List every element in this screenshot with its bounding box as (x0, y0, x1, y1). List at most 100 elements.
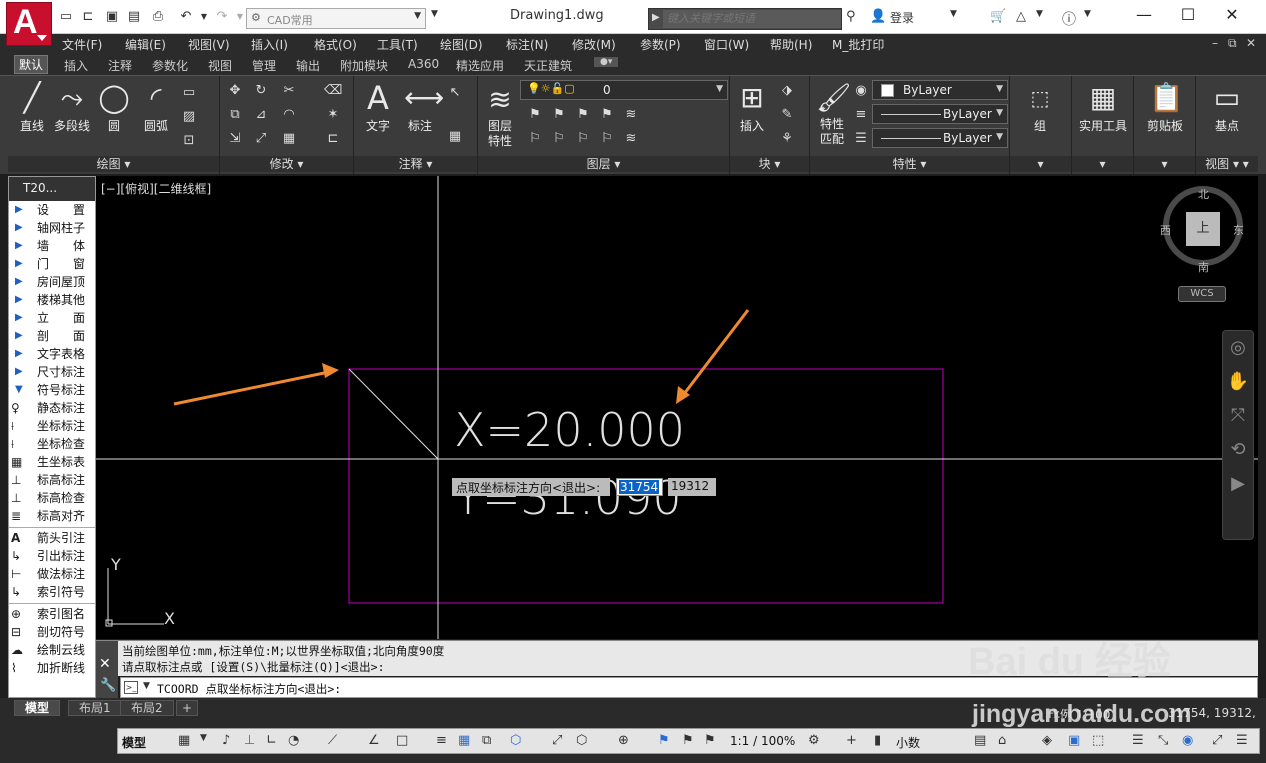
auto-scale-icon[interactable]: ⚑ (682, 733, 694, 748)
tab-model[interactable]: 模型 (14, 700, 61, 716)
object-snap-icon[interactable]: □ (396, 733, 408, 748)
cart-icon[interactable]: 🛒 (990, 9, 1006, 24)
rotate-icon[interactable]: ↻ (252, 82, 270, 100)
tab-output[interactable]: 输出 (296, 57, 320, 74)
palette-subitem[interactable]: ⊥ 标高检查 (9, 489, 95, 507)
leader-icon[interactable]: ↖ (446, 84, 464, 102)
tab-default[interactable]: 默认 (14, 55, 49, 74)
polyline-button[interactable]: ⤳ 多段线 (52, 82, 92, 134)
dynamic-input-x[interactable]: 31754 (616, 478, 663, 496)
binoculars-icon[interactable]: ⚲ (846, 9, 856, 24)
lineweight-toggle-icon[interactable]: ≡ (436, 733, 447, 748)
search-input[interactable] (663, 10, 841, 28)
compass-south[interactable]: 南 (1198, 259, 1209, 275)
palette-subitem[interactable]: ⊥ 标高标注 (9, 471, 95, 489)
minimize-button[interactable]: — (1124, 5, 1164, 24)
pan-hand-icon[interactable]: ✋ (1223, 365, 1253, 399)
help-dropdown-icon[interactable]: ▼ (1084, 9, 1091, 19)
panel-modify-title[interactable]: 修改 ▾ (220, 156, 353, 172)
menu-tools[interactable]: 工具(T) (377, 36, 418, 53)
panel-annotation-title[interactable]: 注释 ▾ (354, 156, 477, 172)
palette-item[interactable]: ▶ 墙 体 (9, 237, 95, 255)
palette-subitem[interactable]: ⟊ 坐标检查 (9, 435, 95, 453)
login-button[interactable]: 登录 (890, 9, 914, 26)
tab-parametric[interactable]: 参数化 (152, 57, 188, 74)
dynamic-ucs-icon[interactable]: ⤢ (552, 733, 562, 748)
dropdown-icon[interactable]: ▼ (200, 733, 207, 743)
tab-view[interactable]: 视图 (208, 57, 232, 74)
customize-toolbar-icon[interactable]: ▼ (428, 9, 441, 29)
isodraft-icon[interactable]: ⟋ (328, 733, 337, 748)
layer-dropdown[interactable]: 💡☼🔓▢ 0 ▼ (520, 80, 728, 100)
palette-subitem[interactable]: ⟊ 坐标标注 (9, 417, 95, 435)
group-button[interactable]: ⬚ 组 (1020, 82, 1060, 134)
tab-a360[interactable]: A360 (408, 57, 439, 71)
palette-item[interactable]: ▶ 房间屋顶 (9, 273, 95, 291)
redo-icon[interactable]: ↷ (214, 9, 230, 25)
move-icon[interactable]: ✥ (226, 82, 244, 100)
palette-subitem[interactable]: ≣ 标高对齐 (9, 507, 95, 525)
a360-dropdown-icon[interactable]: ▼ (1036, 9, 1043, 19)
selection-filter-icon[interactable]: ⬡ (576, 733, 587, 748)
annotation-scale[interactable]: 1:1 / 100% (730, 734, 795, 748)
linetype-dropdown[interactable]: ByLayer ▼ (872, 104, 1008, 124)
lineweight-icon[interactable]: ≡ (852, 106, 870, 124)
layer-tool-icon[interactable]: ⚐ (550, 130, 568, 148)
selection-cycling-icon[interactable]: ⧉ (482, 733, 491, 748)
ortho-icon[interactable]: ∟ (266, 733, 277, 748)
3d-osnap-icon[interactable]: ⬡ (510, 733, 521, 748)
tab-annotate[interactable]: 注释 (108, 57, 132, 74)
explode-icon[interactable]: ✶ (324, 106, 342, 124)
polar-icon[interactable]: ◔ (288, 733, 299, 748)
tab-insert[interactable]: 插入 (64, 57, 88, 74)
viewcube-top-face[interactable]: 上 (1186, 212, 1220, 246)
grid-icon[interactable]: ▦ (178, 733, 190, 748)
layer-properties-button[interactable]: ≋ 图层 特性 (480, 84, 520, 149)
lineweight-dropdown[interactable]: ByLayer ▼ (872, 128, 1008, 148)
annotation-scale-icon[interactable]: ⚑ (704, 733, 716, 748)
save-as-icon[interactable]: ▤ (126, 9, 142, 25)
palette-subitem[interactable]: ▦ 生坐标表 (9, 453, 95, 471)
list-icon[interactable]: ☰ (852, 130, 870, 148)
wcs-menu[interactable]: WCS (1178, 286, 1226, 302)
menu-file[interactable]: 文件(F) (62, 36, 102, 53)
palette-subitem[interactable]: ⊟ 剖切符号 (9, 623, 95, 641)
plot-icon[interactable]: ⎙ (150, 9, 166, 25)
model-space-button[interactable]: 模型 (122, 734, 146, 751)
block-attr-icon[interactable]: ⚘ (778, 130, 796, 148)
compass-west[interactable]: 西 (1160, 222, 1171, 238)
palette-item[interactable]: ▼ 符号标注 (9, 381, 95, 399)
panel-draw-title[interactable]: 绘图 ▾ (8, 156, 219, 172)
tab-tangent[interactable]: 天正建筑 (524, 57, 572, 74)
close-icon[interactable]: ✕ (99, 656, 111, 672)
clipboard-button[interactable]: 📋 剪贴板 (1136, 82, 1194, 134)
palette-subitem[interactable]: ⊕ 索引图名 (9, 605, 95, 623)
erase-icon[interactable]: ⌫ (324, 82, 342, 100)
snap-icon[interactable]: ♪ (222, 733, 230, 748)
dynamic-input-y[interactable]: 19312 (668, 478, 716, 496)
menu-icon[interactable]: ☰ (1236, 733, 1248, 748)
showmotion-icon[interactable]: ▶ (1223, 467, 1253, 501)
menu-modify[interactable]: 修改(M) (572, 36, 616, 53)
menu-draw[interactable]: 绘图(D) (440, 36, 483, 53)
annotation-monitor-icon[interactable]: + (846, 733, 857, 748)
tab-addins[interactable]: 附加模块 (340, 57, 388, 74)
arc-button[interactable]: ◜ 圆弧 (136, 82, 176, 134)
add-layout-icon[interactable]: + (176, 700, 199, 716)
login-dropdown-icon[interactable]: ▼ (950, 9, 957, 19)
palette-item[interactable]: ▶ 门 窗 (9, 255, 95, 273)
compass-north[interactable]: 北 (1198, 186, 1209, 202)
palette-subitem[interactable]: ☁ 绘制云线 (9, 641, 95, 659)
menu-view[interactable]: 视图(V) (188, 36, 230, 53)
object-snap-tracking-icon[interactable]: ∠ (368, 733, 380, 748)
quick-properties-icon[interactable]: ▤ (974, 733, 986, 748)
palette-item[interactable]: ▶ 剖 面 (9, 327, 95, 345)
fillet-icon[interactable]: ◠ (280, 106, 298, 124)
copy-icon[interactable]: ⧉ (226, 106, 244, 124)
panel-group-title[interactable]: ▾ (1010, 156, 1071, 172)
drawing-viewport[interactable]: Y X X=20.000 Y=31.090 (96, 176, 1258, 639)
mirror-icon[interactable]: ⊿ (252, 106, 270, 124)
lock-ui-icon[interactable]: ⌂ (998, 733, 1006, 748)
edit-block-icon[interactable]: ✎ (778, 106, 796, 124)
tab-options-icon[interactable]: ●▾ (594, 57, 619, 67)
